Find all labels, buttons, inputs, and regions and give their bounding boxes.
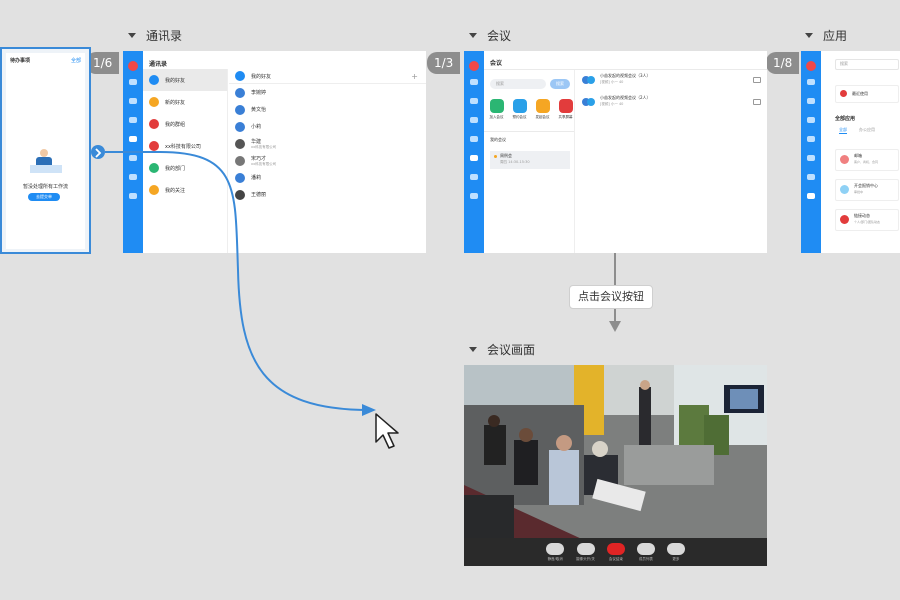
mouse-pointer-icon bbox=[375, 413, 399, 449]
flow-arrow bbox=[105, 151, 376, 416]
